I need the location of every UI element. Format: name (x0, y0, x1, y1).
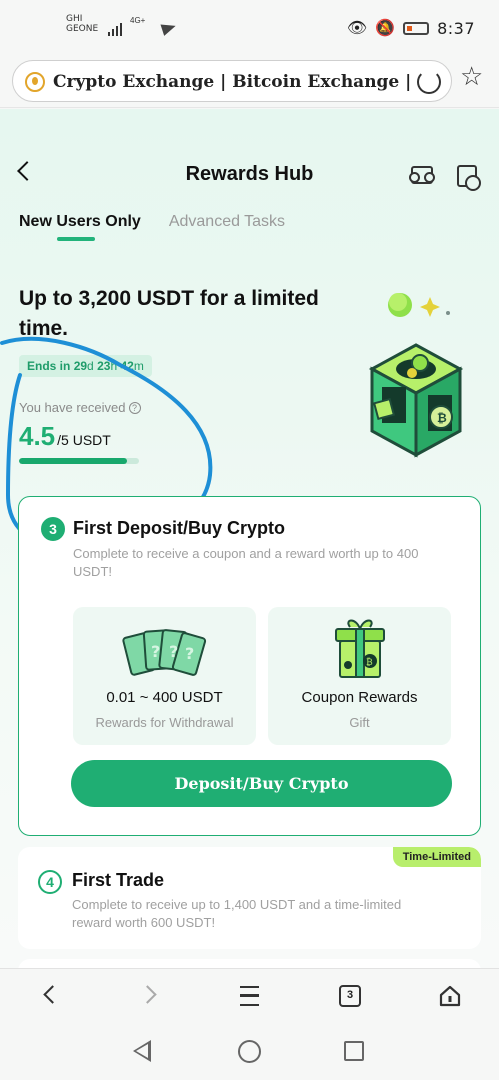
browser-forward-icon[interactable] (138, 985, 157, 1004)
countdown-days: 29 (73, 359, 88, 373)
reload-icon[interactable] (417, 70, 441, 94)
task-card-first-deposit: 3 First Deposit/Buy Crypto Complete to r… (18, 496, 481, 836)
clock: 8:37 (437, 18, 475, 38)
carrier-label: GHI GEONE (66, 14, 98, 34)
bookmark-star-icon[interactable]: ☆ (460, 62, 483, 90)
reward-value: 0.01 ~ 400 USDT (106, 689, 223, 706)
info-icon[interactable]: ? (128, 402, 141, 414)
eye-icon: 👁 (346, 20, 368, 37)
ticket-icon[interactable] (409, 166, 435, 184)
tab-bar: New Users Only Advanced Tasks (19, 213, 285, 241)
svg-text:₿: ₿ (437, 411, 447, 425)
history-icon[interactable] (457, 165, 481, 191)
tabs-count-icon[interactable]: 3 (339, 985, 361, 1007)
signal-icon (108, 20, 122, 36)
step-badge: 4 (38, 870, 62, 894)
page-header: Rewards Hub (0, 157, 499, 197)
carrier-line-1: GHI (66, 14, 83, 24)
task-card-first-trade: Time-Limited 4 First Trade Complete to r… (18, 847, 481, 949)
received-label-text: You have received (19, 400, 126, 415)
task-title: First Trade (72, 870, 165, 890)
step-badge: 3 (41, 517, 65, 541)
promo-headline: Up to 3,200 USDT for a limited time. (19, 287, 319, 340)
countdown-minutes: 42 (120, 359, 134, 373)
status-right: 👁 🔕 8:37 (347, 18, 475, 38)
received-value: 4.5 (19, 421, 56, 451)
menu-icon[interactable] (240, 986, 259, 1006)
browser-back-icon[interactable] (43, 985, 62, 1004)
browser-toolbar: Crypto Exchange | Bitcoin Exchange | Bit… (0, 56, 499, 108)
countdown-hours: 23 (97, 359, 111, 373)
address-bar[interactable]: Crypto Exchange | Bitcoin Exchange | Bit… (12, 60, 452, 102)
site-icon (25, 72, 45, 92)
browser-bottom-nav: 3 (0, 968, 499, 1024)
system-back-icon[interactable] (133, 1040, 151, 1062)
tab-advanced-tasks[interactable]: Advanced Tasks (169, 213, 285, 241)
received-label: You have received? (19, 400, 141, 415)
countdown-hours-unit: h (110, 359, 118, 373)
system-recents-icon[interactable] (344, 1041, 364, 1061)
time-limited-badge: Time-Limited (392, 847, 481, 867)
network-type: 4G+ (130, 16, 146, 25)
received-total: /5 USDT (57, 432, 111, 448)
received-progress-bar (19, 458, 139, 464)
status-bar: GHI GEONE 4G+ 👁 🔕 8:37 (0, 0, 499, 56)
reward-subtitle: Rewards for Withdrawal (95, 715, 234, 730)
svg-text:₿: ₿ (366, 657, 373, 668)
url-text[interactable]: Crypto Exchange | Bitcoin Exchange | Bit… (53, 72, 413, 92)
received-amount: 4.5/5 USDT (19, 421, 111, 452)
task-title: First Deposit/Buy Crypto (73, 518, 286, 538)
next-task-card (18, 959, 481, 968)
progress-fill (19, 458, 127, 464)
deposit-buy-crypto-button[interactable]: Deposit/Buy Crypto (71, 760, 452, 807)
system-home-icon[interactable] (238, 1040, 261, 1063)
system-nav-bar (0, 1024, 499, 1080)
gift-box-icon: ₿ (335, 619, 385, 678)
task-description: Complete to receive a coupon and a rewar… (73, 546, 419, 579)
reward-value: Coupon Rewards (301, 689, 418, 706)
mute-icon: 🔕 (375, 20, 396, 37)
reward-tile-coupon: ₿ Coupon Rewards Gift (268, 607, 451, 745)
home-icon[interactable] (438, 984, 462, 1008)
svg-text:?: ? (185, 644, 194, 663)
reward-tile-withdrawal: ? ? ? 0.01 ~ 400 USDT Rewards for Withdr… (73, 607, 256, 745)
telegram-icon (160, 20, 178, 36)
reward-subtitle: Gift (349, 715, 370, 730)
countdown-days-unit: d (87, 359, 94, 373)
carrier-line-2: GEONE (66, 24, 99, 34)
countdown-prefix: Ends in (27, 359, 71, 373)
svg-text:?: ? (151, 642, 160, 661)
countdown-badge: Ends in 29d 23h 42m (19, 355, 152, 377)
tab-new-users[interactable]: New Users Only (19, 213, 141, 241)
task-description: Complete to receive up to 1,400 USDT and… (72, 897, 402, 930)
battery-icon (403, 21, 430, 35)
svg-text:?: ? (169, 642, 178, 661)
page-content: Rewards Hub New Users Only Advanced Task… (0, 109, 499, 968)
countdown-minutes-unit: m (133, 359, 144, 373)
treasure-cube-icon: ₿ (368, 293, 464, 458)
question-cards-icon: ? ? ? (122, 629, 207, 676)
